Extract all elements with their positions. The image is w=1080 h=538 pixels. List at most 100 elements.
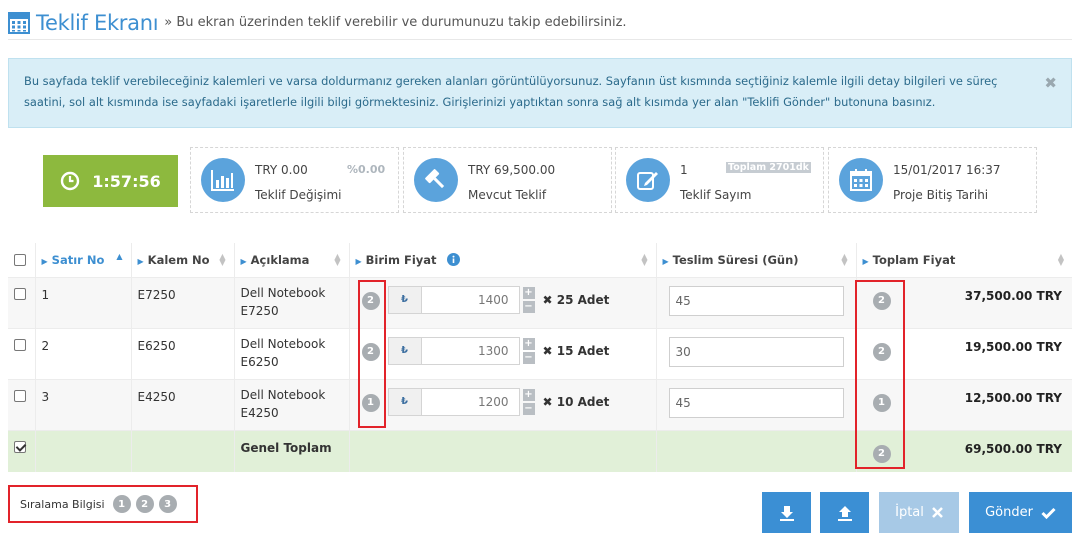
stat-current-bid: TRY 69,500.00 Mevcut Teklif <box>403 147 612 213</box>
caret-right-icon: ▶ <box>662 256 669 266</box>
currency-symbol: ₺ <box>387 336 422 365</box>
info-alert: Bu sayfada teklif verebileceğiniz kaleml… <box>8 58 1072 128</box>
stat-current-label: Mevcut Teklif <box>468 188 547 202</box>
calendar-icon <box>839 158 883 202</box>
info-alert-text: Bu sayfada teklif verebileceğiniz kaleml… <box>24 74 998 109</box>
grand-total-row: Genel Toplam 2 69,500.00 TRY <box>8 429 1072 472</box>
total-checkbox[interactable] <box>14 440 26 453</box>
bar-chart-icon <box>201 158 245 202</box>
stat-change-value: TRY 0.00 <box>255 163 308 177</box>
rank-badge: 3 <box>158 495 177 513</box>
grand-total-price: 69,500.00 TRY <box>964 441 1062 456</box>
minus-icon[interactable]: − <box>522 300 535 313</box>
price-rank-highlight <box>358 280 386 428</box>
col-header-delivery[interactable]: ▶ Teslim Süresi (Gün) ▲ ▼ <box>655 243 856 277</box>
plus-icon[interactable]: + <box>522 337 535 350</box>
unit-price-input[interactable] <box>421 387 520 416</box>
ranking-legend: Sıralama Bilgisi 1 2 3 <box>8 485 198 523</box>
delivery-days-input[interactable] <box>668 285 844 316</box>
item-no: E6250 <box>130 327 234 379</box>
stat-count-total: Toplam 2701dk <box>726 162 811 173</box>
delivery-days-input[interactable] <box>668 387 844 418</box>
rank-badge: 2 <box>135 495 154 513</box>
caret-right-icon: ▶ <box>41 256 48 266</box>
delivery-days-input[interactable] <box>668 336 844 367</box>
unit-price-input[interactable] <box>421 336 520 365</box>
caret-right-icon: ▶ <box>862 256 869 266</box>
col-header-total[interactable]: ▶ Toplam Fiyat ▲ ▼ <box>855 243 1072 277</box>
page-subtitle: » Bu ekran üzerinden teklif verebilir ve… <box>164 15 627 30</box>
stat-bid-count: 1 Toplam 2701dk Teklif Sayım <box>615 147 824 213</box>
currency-symbol: ₺ <box>387 285 422 314</box>
item-no: E4250 <box>130 378 234 430</box>
grand-total-label: Genel Toplam <box>233 429 349 472</box>
plus-icon[interactable]: + <box>522 286 535 299</box>
stat-bid-change: TRY 0.00 %0.00 Teklif Değişimi <box>190 147 399 213</box>
stat-count-value: 1 <box>680 163 688 177</box>
col-header-unit-price[interactable]: ▶ Birim Fiyat ▲ ▼ <box>348 243 656 277</box>
stat-deadline-value: 15/01/2017 16:37 <box>893 163 1001 177</box>
download-button[interactable] <box>762 492 811 533</box>
cancel-button[interactable]: İptal <box>879 492 959 533</box>
close-icon[interactable]: ✖ <box>1044 73 1057 94</box>
page-title: Teklif Ekranı <box>36 10 159 35</box>
minus-icon[interactable]: − <box>522 402 535 415</box>
price-stepper[interactable]: + − <box>522 388 535 416</box>
stat-count-label: Teklif Sayım <box>680 188 752 202</box>
table-row: 2 E6250 Dell Notebook E6250 2 ₺ +− ✖ 15 … <box>8 327 1072 379</box>
currency-symbol: ₺ <box>387 387 422 416</box>
stat-change-percent: %0.00 <box>347 163 386 176</box>
description: Dell Notebook E7250 <box>233 276 349 328</box>
gavel-icon <box>414 158 458 202</box>
sort-icon: ▲ ▼ <box>334 252 341 267</box>
caret-right-icon: ▶ <box>355 256 362 266</box>
select-all-cell <box>8 243 35 277</box>
quantity-label: ✖ 10 Adet <box>542 394 610 409</box>
upload-icon <box>837 505 852 521</box>
sort-icon: ▲ ▼ <box>841 252 848 267</box>
col-header-item-no[interactable]: ▶ Kalem No ▲ ▼ <box>130 243 234 277</box>
sort-asc-icon: ▲ <box>116 252 123 261</box>
price-stepper[interactable]: + − <box>522 337 535 365</box>
unit-price-input[interactable] <box>421 285 520 314</box>
row-no: 3 <box>34 378 131 430</box>
total-rank-highlight <box>855 280 905 469</box>
caret-right-icon: ▶ <box>137 256 144 266</box>
stat-deadline-label: Proje Bitiş Tarihi <box>893 188 989 202</box>
cancel-button-label: İptal <box>895 505 924 520</box>
page-header: Teklif Ekranı » Bu ekran üzerinden tekli… <box>8 6 1072 40</box>
send-button-label: Gönder <box>985 505 1033 520</box>
table-row: 1 E7250 Dell Notebook E7250 2 ₺ +− ✖ 25 … <box>8 276 1072 328</box>
quantity-label: ✖ 25 Adet <box>542 292 610 307</box>
stat-current-value: TRY 69,500.00 <box>468 163 556 177</box>
plus-icon[interactable]: + <box>522 388 535 401</box>
item-no: E7250 <box>130 276 234 328</box>
info-icon[interactable] <box>446 252 460 266</box>
countdown-timer: 1:57:56 <box>43 155 178 207</box>
sort-icon: ▲ ▼ <box>1057 252 1064 267</box>
stat-change-label: Teklif Değişimi <box>255 188 342 202</box>
table-row: 3 E4250 Dell Notebook E4250 1 ₺ +− ✖ 10 … <box>8 378 1072 430</box>
col-header-row-no[interactable]: ▶ Satır No ▲ <box>34 243 131 277</box>
sort-icon: ▲ ▼ <box>641 252 648 267</box>
col-header-description[interactable]: ▶ Açıklama ▲ ▼ <box>233 243 349 277</box>
rank-badge: 1 <box>112 495 131 513</box>
bid-table: ▶ Satır No ▲ ▶ Kalem No ▲ ▼ ▶ Açıklama ▲ ▼ ▶ Biri… <box>8 243 1072 472</box>
minus-icon[interactable]: − <box>522 351 535 364</box>
ranking-legend-label: Sıralama Bilgisi <box>20 497 105 511</box>
download-icon <box>779 505 794 521</box>
price-stepper[interactable]: + − <box>522 286 535 314</box>
send-button[interactable]: Gönder <box>969 492 1072 533</box>
clock-icon <box>61 171 80 191</box>
row-checkbox[interactable] <box>14 389 26 402</box>
select-all-checkbox[interactable] <box>14 254 26 267</box>
caret-right-icon: ▶ <box>240 256 247 266</box>
row-checkbox[interactable] <box>14 287 26 300</box>
row-checkbox[interactable] <box>14 338 26 351</box>
row-no: 2 <box>34 327 131 379</box>
quantity-label: ✖ 15 Adet <box>542 343 610 358</box>
stat-deadline: 15/01/2017 16:37 Proje Bitiş Tarihi <box>828 147 1037 213</box>
timer-value: 1:57:56 <box>92 171 161 191</box>
total-price: 12,500.00 TRY <box>964 390 1062 405</box>
upload-button[interactable] <box>820 492 869 533</box>
